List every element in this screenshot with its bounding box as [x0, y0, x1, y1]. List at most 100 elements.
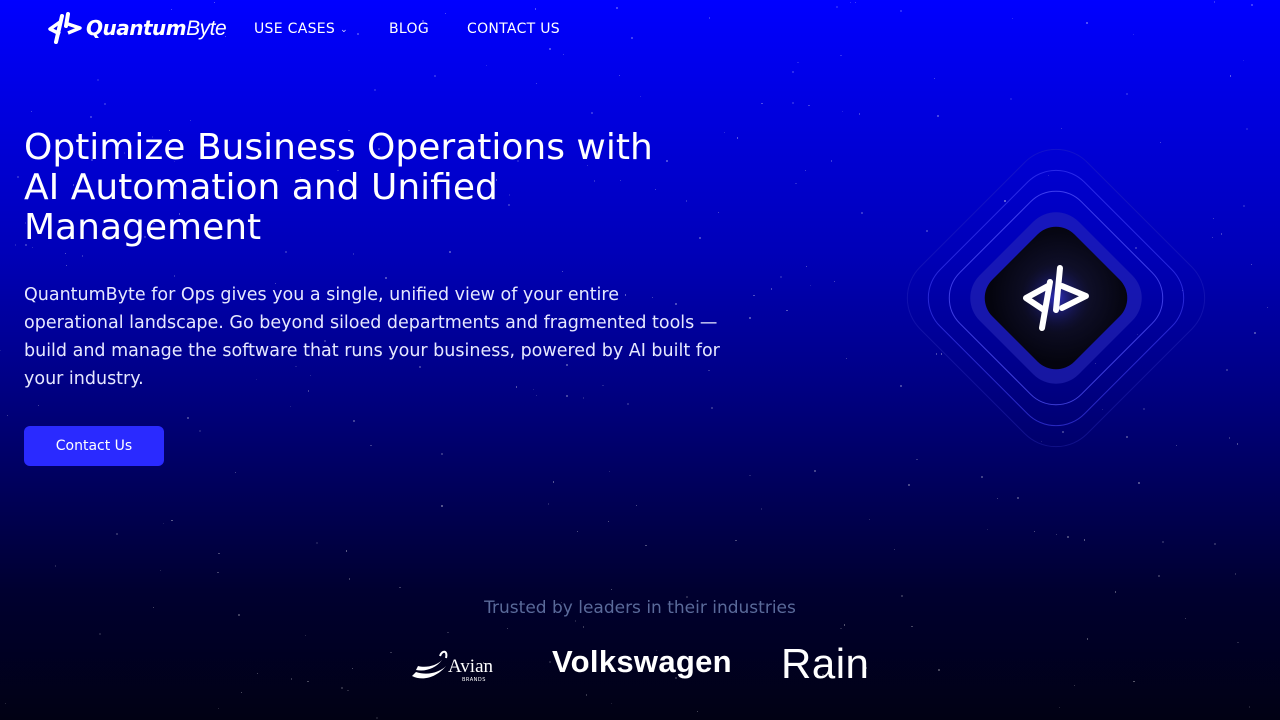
star	[447, 632, 449, 634]
star	[1114, 591, 1117, 593]
logo-wordmark: QuantumByte	[86, 15, 227, 41]
star	[843, 624, 846, 626]
star	[235, 472, 237, 474]
star	[376, 716, 379, 719]
star	[711, 407, 714, 410]
star	[159, 569, 162, 571]
star	[908, 483, 911, 486]
star	[535, 395, 538, 397]
star	[748, 316, 751, 319]
star	[370, 444, 372, 447]
star	[285, 251, 288, 254]
star	[797, 62, 799, 64]
star	[846, 358, 848, 360]
star	[217, 571, 219, 573]
nav-contact-us[interactable]: CONTACT US	[467, 20, 560, 38]
nav-blog[interactable]: BLOG	[389, 20, 429, 38]
star	[218, 552, 220, 555]
star	[1158, 574, 1161, 577]
star	[14, 244, 17, 246]
star	[345, 550, 347, 552]
star	[609, 471, 611, 473]
star	[97, 78, 100, 81]
star	[352, 253, 355, 255]
star	[1234, 573, 1236, 575]
star	[399, 586, 401, 588]
star	[198, 429, 201, 432]
star	[81, 255, 84, 257]
star	[104, 103, 107, 106]
star	[737, 137, 739, 139]
star	[574, 620, 577, 622]
star	[171, 519, 173, 522]
star	[814, 470, 817, 473]
star	[607, 520, 610, 522]
logo-wordmark-bold: Quantum	[86, 15, 187, 40]
star	[933, 77, 935, 80]
star	[1084, 539, 1086, 541]
star	[696, 710, 698, 713]
star	[66, 264, 68, 267]
star	[162, 523, 164, 525]
star	[639, 96, 642, 98]
brand-logos: Avian BRANDS Volkswagen Rain	[0, 640, 1280, 690]
star	[1010, 98, 1013, 101]
star	[385, 277, 387, 279]
star	[1248, 706, 1250, 708]
star	[699, 237, 702, 240]
star	[645, 544, 647, 546]
star	[996, 497, 999, 499]
star	[4, 702, 7, 704]
star	[576, 530, 579, 532]
star	[304, 634, 307, 637]
star	[717, 212, 719, 214]
logo-wordmark-light: Byte	[186, 16, 227, 40]
star	[1237, 443, 1239, 445]
star	[936, 115, 939, 118]
avian-brand-name: Avian	[448, 656, 494, 677]
star	[761, 508, 763, 510]
star	[552, 481, 554, 483]
chevron-down-icon: ⌄	[340, 25, 348, 35]
star	[353, 420, 356, 423]
star	[1242, 59, 1245, 61]
star	[1138, 482, 1140, 484]
star	[1242, 205, 1245, 208]
star	[809, 284, 812, 286]
star	[374, 88, 377, 91]
nav-use-cases[interactable]: USE CASES ⌄	[254, 20, 348, 40]
avian-brand-tagline: BRANDS	[462, 677, 486, 683]
star	[858, 113, 861, 115]
hero-title: Optimize Business Operations with AI Aut…	[24, 127, 653, 248]
star	[506, 627, 509, 630]
star	[1214, 542, 1217, 545]
star	[583, 397, 585, 399]
star	[901, 595, 903, 597]
star	[610, 588, 612, 590]
star	[485, 64, 488, 67]
star	[90, 115, 93, 118]
contact-us-button[interactable]: Contact Us	[24, 426, 164, 466]
star	[666, 160, 669, 163]
star	[749, 474, 751, 476]
star	[868, 518, 871, 520]
star	[441, 505, 443, 507]
site-logo[interactable]: QuantumByte	[48, 12, 227, 44]
star	[1230, 75, 1232, 77]
star	[1253, 331, 1256, 334]
star	[1226, 369, 1229, 372]
star	[795, 182, 797, 185]
star	[770, 288, 772, 290]
star	[791, 102, 794, 105]
star	[830, 160, 832, 162]
star	[1251, 263, 1253, 265]
star	[686, 200, 688, 202]
star	[805, 266, 808, 268]
star	[217, 707, 220, 709]
star	[1267, 306, 1269, 308]
star	[1125, 92, 1128, 95]
trusted-heading: Trusted by leaders in their industries	[484, 598, 796, 618]
star	[804, 170, 806, 172]
star	[98, 632, 101, 635]
top-navigation: QuantumByte USE CASES ⌄ BLOG CONTACT US	[0, 0, 1280, 58]
